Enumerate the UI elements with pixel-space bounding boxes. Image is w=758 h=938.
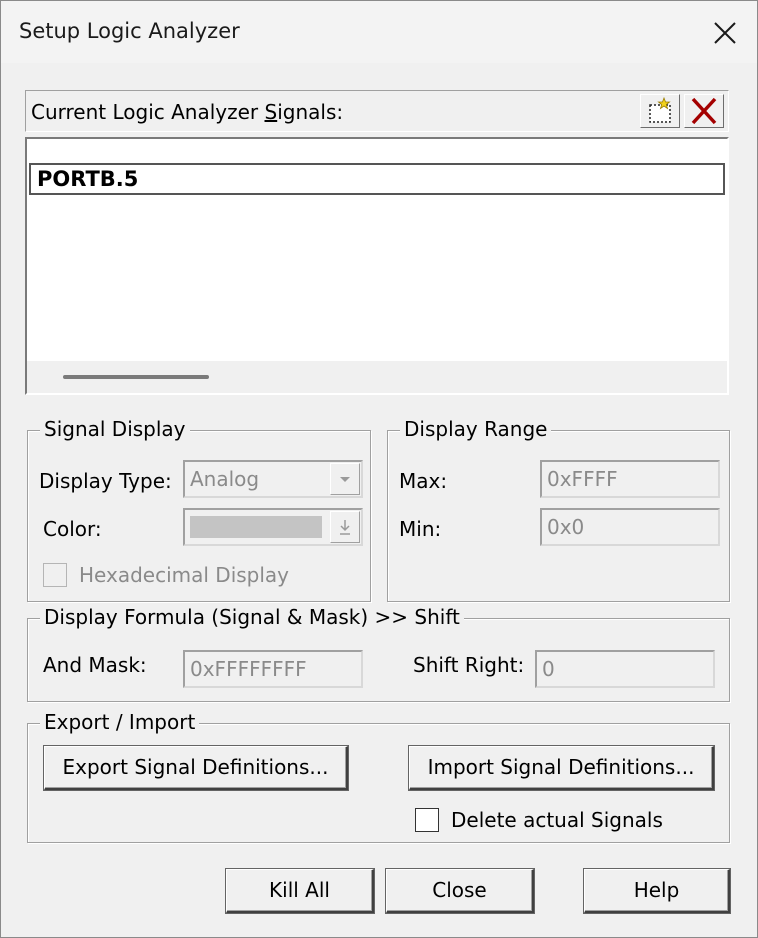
min-field[interactable]: 0x0 xyxy=(540,508,720,546)
setup-logic-analyzer-dialog: Setup Logic Analyzer Current Logic Analy… xyxy=(0,0,758,938)
import-button-label: Import Signal Definitions... xyxy=(427,754,695,779)
color-select[interactable] xyxy=(183,508,363,546)
max-value: 0xFFFF xyxy=(547,467,618,491)
color-label: Color: xyxy=(43,517,102,541)
export-button-label: Export Signal Definitions... xyxy=(62,754,329,779)
signals-list[interactable]: PORTB.5 xyxy=(25,137,729,395)
signals-header: Current Logic Analyzer Signals: xyxy=(25,90,729,132)
delete-actual-signals-checkbox[interactable] xyxy=(415,808,439,832)
max-field[interactable]: 0xFFFF xyxy=(540,460,720,498)
horizontal-scrollbar[interactable] xyxy=(27,361,727,393)
close-icon[interactable] xyxy=(707,15,743,51)
display-formula-title: Display Formula (Signal & Mask) >> Shift xyxy=(40,605,464,629)
new-signal-button[interactable] xyxy=(640,94,680,128)
signal-name: PORTB.5 xyxy=(37,167,139,191)
display-type-value: Analog xyxy=(190,467,260,491)
help-button[interactable]: Help xyxy=(584,869,730,913)
kill-all-button[interactable]: Kill All xyxy=(226,869,374,913)
close-button[interactable]: Close xyxy=(386,869,534,913)
and-mask-value: 0xFFFFFFFF xyxy=(190,657,307,681)
list-item[interactable]: PORTB.5 xyxy=(29,163,725,195)
display-range-title: Display Range xyxy=(400,417,552,441)
import-signal-definitions-button[interactable]: Import Signal Definitions... xyxy=(409,746,714,790)
and-mask-label: And Mask: xyxy=(43,653,147,677)
display-type-label: Display Type: xyxy=(39,469,172,493)
signals-label: Current Logic Analyzer Signals: xyxy=(31,100,344,124)
export-signal-definitions-button[interactable]: Export Signal Definitions... xyxy=(44,746,348,790)
shift-right-value: 0 xyxy=(542,657,555,681)
display-type-dropdown-button[interactable] xyxy=(330,463,360,495)
min-label: Min: xyxy=(399,517,442,541)
and-mask-field[interactable]: 0xFFFFFFFF xyxy=(183,650,363,688)
scrollbar-thumb[interactable] xyxy=(63,375,209,379)
help-label: Help xyxy=(633,877,680,902)
shift-right-label: Shift Right: xyxy=(413,653,525,677)
export-import-title: Export / Import xyxy=(40,710,200,734)
signal-display-title: Signal Display xyxy=(40,417,190,441)
chevron-down-icon xyxy=(340,477,350,482)
color-dropdown-button[interactable] xyxy=(330,511,360,543)
dialog-title: Setup Logic Analyzer xyxy=(19,19,240,43)
delete-signal-button[interactable] xyxy=(684,94,724,128)
min-value: 0x0 xyxy=(547,515,585,539)
delete-actual-signals-label: Delete actual Signals xyxy=(451,808,663,832)
title-bar: Setup Logic Analyzer xyxy=(1,1,757,63)
display-type-select[interactable]: Analog xyxy=(183,460,363,498)
shift-right-field[interactable]: 0 xyxy=(535,650,715,688)
delete-signal-icon xyxy=(691,97,717,125)
color-swatch xyxy=(190,516,322,538)
arrow-down-icon xyxy=(340,520,350,535)
hexadecimal-display-checkbox[interactable] xyxy=(43,563,67,587)
kill-all-label: Kill All xyxy=(269,877,330,902)
hexadecimal-display-label: Hexadecimal Display xyxy=(79,563,290,587)
new-signal-icon xyxy=(649,96,671,123)
close-label: Close xyxy=(432,877,487,902)
max-label: Max: xyxy=(399,469,448,493)
